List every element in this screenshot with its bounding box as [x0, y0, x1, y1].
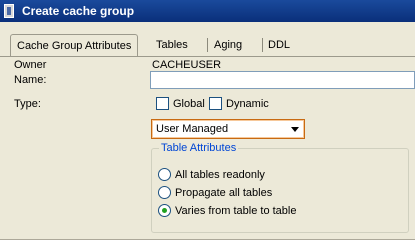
radio-varies-from-table-to-table[interactable] [158, 204, 171, 217]
radio-all-tables-readonly[interactable] [158, 168, 171, 181]
varies-from-table-to-table-label: Varies from table to table [175, 205, 297, 217]
owner-label: Owner [14, 59, 47, 71]
type-select-value: User Managed [156, 123, 229, 135]
type-label: Type: [14, 98, 41, 110]
tab-tables[interactable]: Tables [152, 36, 192, 54]
global-checkbox[interactable] [156, 97, 169, 110]
propagate-all-tables-label: Propagate all tables [175, 187, 273, 199]
tab-separator [207, 38, 208, 52]
name-input[interactable] [150, 71, 415, 89]
window-title: Create cache group [22, 4, 135, 18]
table-attributes-title: Table Attributes [159, 142, 239, 154]
dynamic-label: Dynamic [226, 98, 269, 110]
tab-ddl[interactable]: DDL [264, 36, 294, 54]
title-bar: Create cache group [0, 0, 415, 22]
chevron-down-icon[interactable] [291, 127, 299, 132]
tab-aging[interactable]: Aging [210, 36, 246, 54]
radio-propagate-all-tables[interactable] [158, 186, 171, 199]
tab-cache-group-attributes[interactable]: Cache Group Attributes [10, 34, 139, 57]
global-label: Global [173, 98, 205, 110]
dynamic-checkbox[interactable] [209, 97, 222, 110]
tab-separator [262, 38, 263, 52]
type-select[interactable]: User Managed [151, 119, 305, 139]
tab-strip: Cache Group Attributes Tables Aging DDL [0, 22, 415, 58]
name-label: Name: [14, 74, 47, 86]
all-tables-readonly-label: All tables readonly [175, 169, 265, 181]
tab-baseline [0, 56, 415, 57]
owner-value: CACHEUSER [152, 59, 222, 71]
app-icon [4, 4, 14, 18]
